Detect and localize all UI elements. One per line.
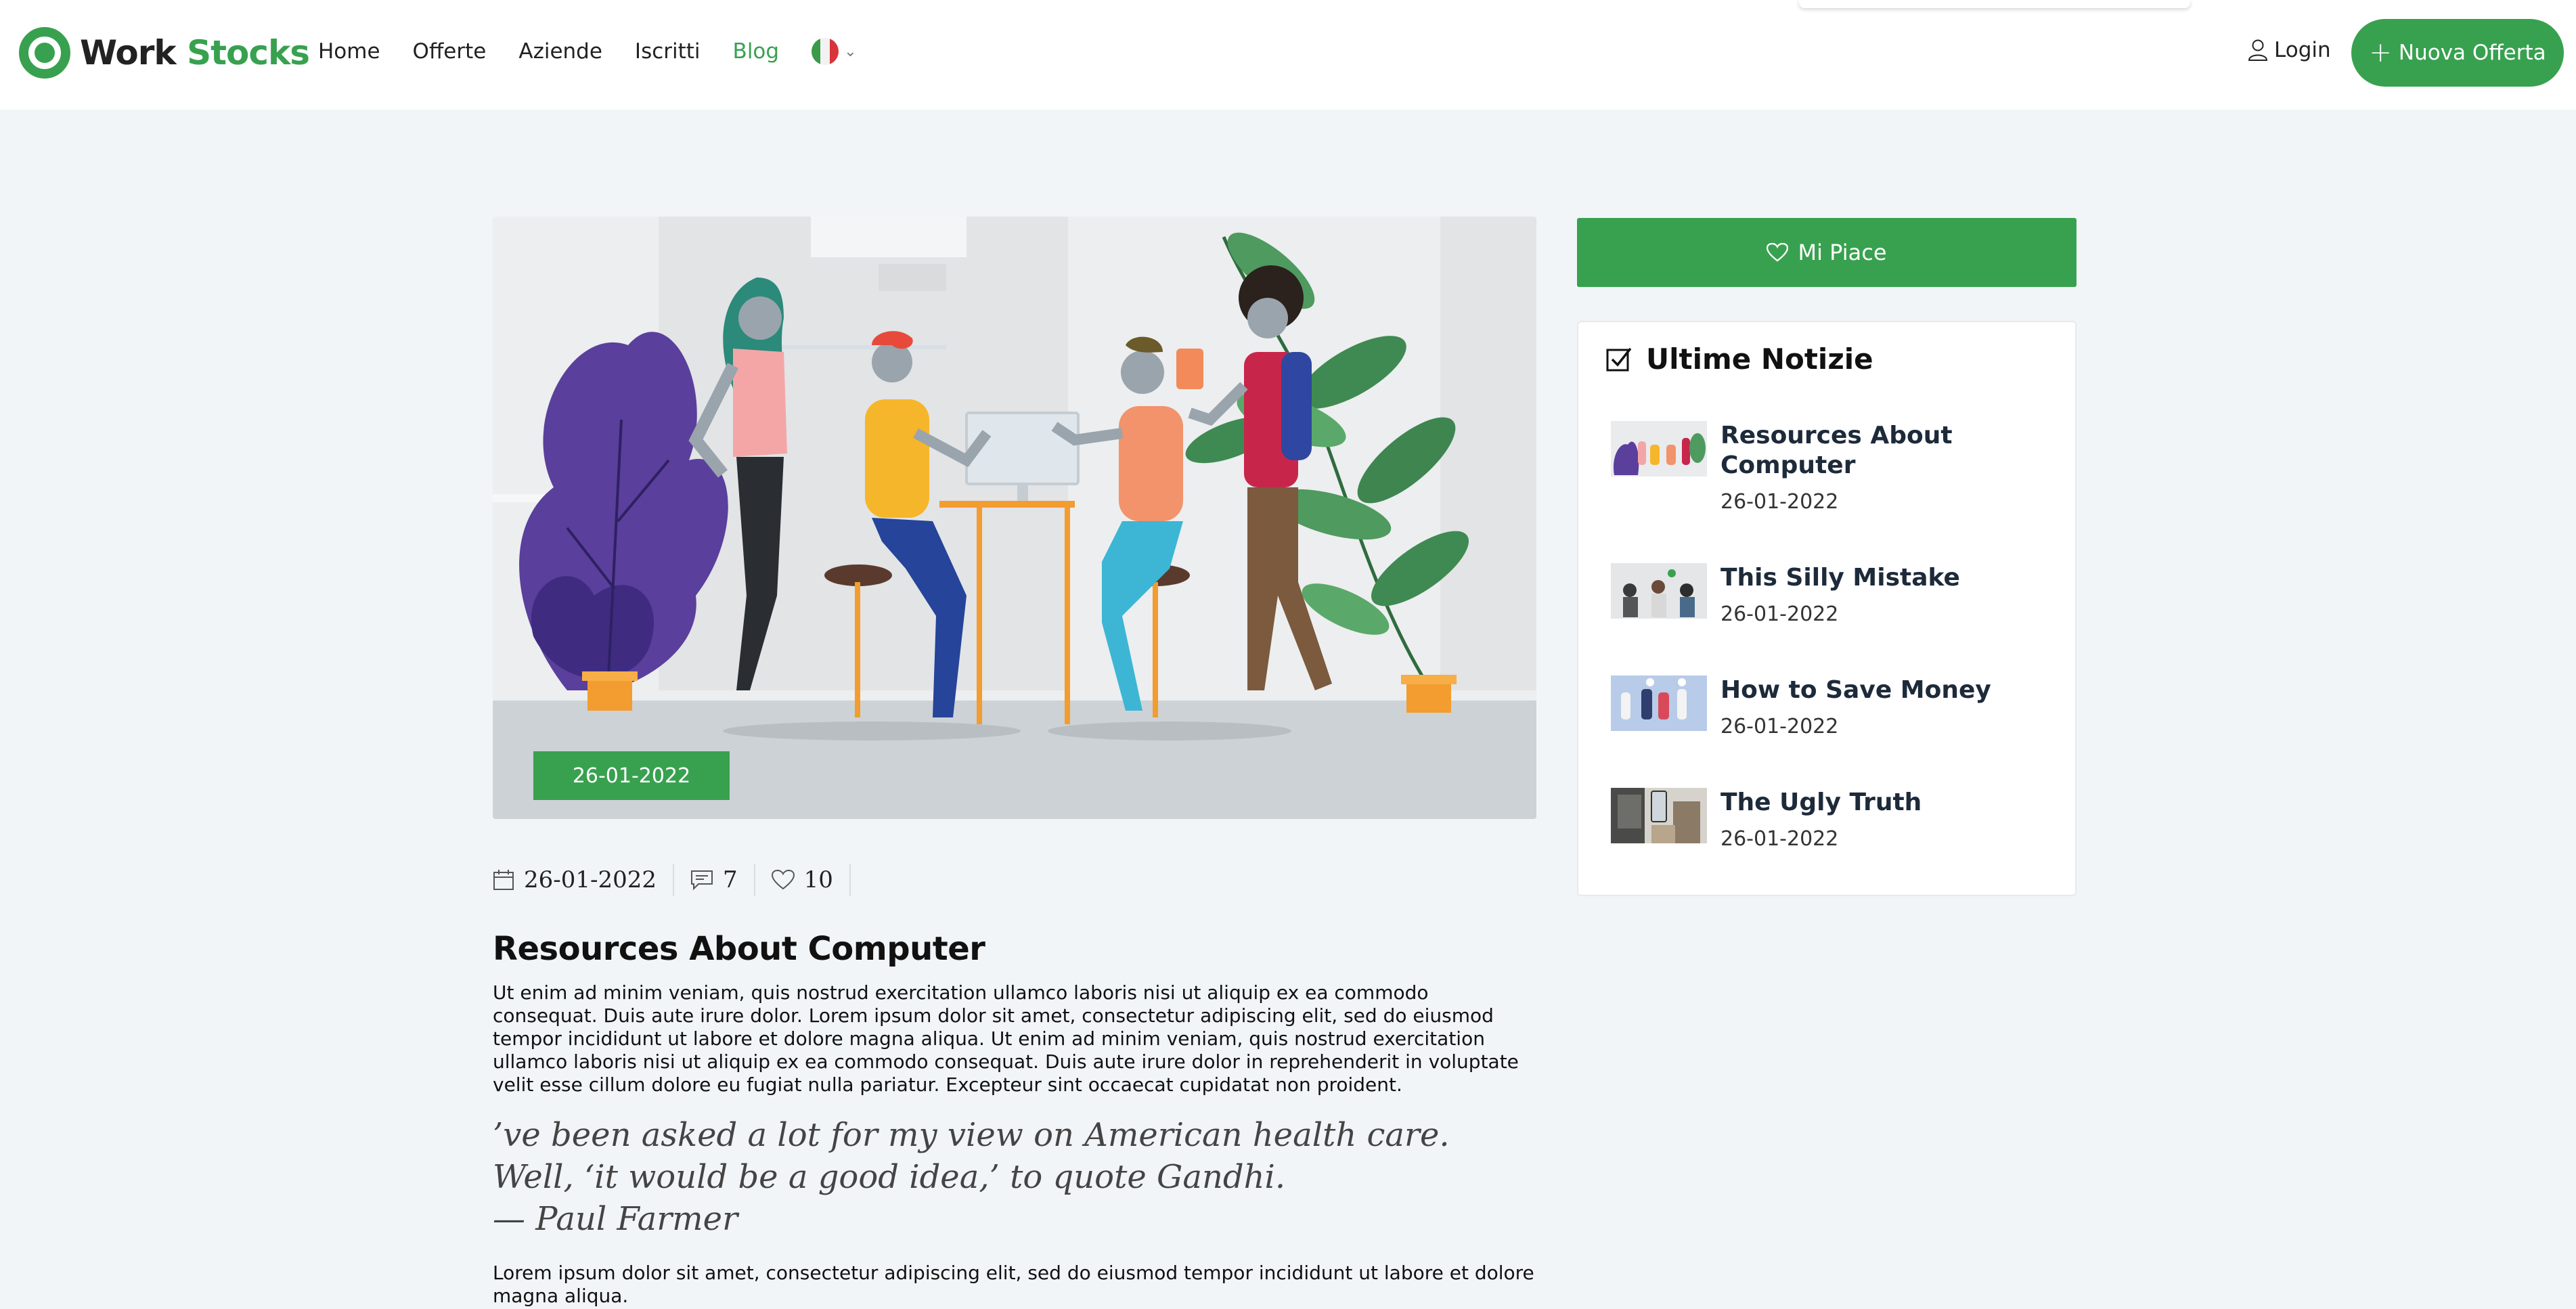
- comment-icon: [691, 870, 713, 891]
- post-date-text: 26-01-2022: [524, 866, 657, 893]
- calendar-icon: [493, 870, 514, 890]
- news-thumbnail: [1611, 421, 1707, 476]
- login-label: Login: [2274, 38, 2331, 62]
- post-title: Resources About Computer: [493, 930, 985, 968]
- latest-news-header: Ultime Notizie: [1605, 342, 1873, 376]
- nav-aziende[interactable]: Aziende: [518, 39, 602, 64]
- post-body-continued: Lorem ipsum dolor sit amet, consectetur …: [493, 1262, 1534, 1307]
- latest-news-title: Ultime Notizie: [1646, 342, 1873, 376]
- news-date: 26-01-2022: [1720, 715, 1839, 738]
- post-body: Ut enim ad minim veniam, quis nostrud ex…: [493, 981, 1519, 1096]
- language-selector[interactable]: ⌄: [812, 38, 857, 65]
- new-offer-label: Nuova Offerta: [2398, 41, 2546, 65]
- like-count: 10: [803, 866, 833, 893]
- logo-text: Work Stocks: [80, 33, 310, 72]
- nav-blog[interactable]: Blog: [733, 39, 780, 64]
- news-title: This Silly Mistake: [1720, 564, 1960, 592]
- new-offer-button[interactable]: + Nuova Offerta: [2351, 19, 2564, 87]
- checkbox-checked-icon: [1606, 347, 1632, 371]
- quote-author: — Paul Farmer: [493, 1200, 738, 1238]
- news-thumbnail: [1611, 675, 1707, 731]
- office-illustration: [493, 217, 1536, 819]
- plus-icon: +: [2369, 37, 2392, 68]
- news-date: 26-01-2022: [1720, 602, 1839, 626]
- logo-mark-icon: [19, 27, 70, 79]
- comment-count: 7: [723, 866, 738, 893]
- news-date: 26-01-2022: [1720, 827, 1839, 851]
- like-button-label: Mi Piace: [1798, 240, 1887, 265]
- post-comments[interactable]: 7: [690, 864, 755, 896]
- post-likes[interactable]: 10: [771, 864, 851, 896]
- news-item[interactable]: Resources About Computer 26-01-2022: [1611, 421, 2051, 514]
- nav-offerte[interactable]: Offerte: [413, 39, 487, 64]
- navbar: Work Stocks Home Offerte Aziende Iscritt…: [0, 0, 2576, 110]
- post-hero-image: 26-01-2022: [493, 217, 1536, 819]
- news-item[interactable]: The Ugly Truth 26-01-2022: [1611, 788, 2051, 851]
- chevron-down-icon: ⌄: [844, 43, 857, 60]
- nav-iscritti[interactable]: Iscritti: [635, 39, 701, 64]
- news-thumbnail: [1611, 788, 1707, 843]
- dropdown-menu-edge: [1799, 0, 2190, 8]
- news-date: 26-01-2022: [1720, 490, 1839, 514]
- login-link[interactable]: Login: [2247, 38, 2331, 62]
- news-item[interactable]: How to Save Money 26-01-2022: [1611, 675, 2051, 738]
- nav-home[interactable]: Home: [318, 39, 380, 64]
- like-button[interactable]: Mi Piace: [1577, 218, 2077, 287]
- news-title: The Ugly Truth: [1720, 789, 1922, 816]
- quote-text: ’ve been asked a lot for my view on Amer…: [493, 1116, 1450, 1196]
- news-title: Resources About Computer: [1720, 422, 1953, 479]
- post-quote: ’ve been asked a lot for my view on Amer…: [493, 1114, 1536, 1240]
- post-date: 26-01-2022: [493, 864, 675, 896]
- italy-flag-icon: [812, 38, 839, 65]
- heart-icon: [771, 870, 795, 890]
- news-title: How to Save Money: [1720, 676, 1991, 704]
- news-thumbnail: [1611, 563, 1707, 619]
- main-nav: Home Offerte Aziende Iscritti Blog ⌄: [318, 38, 857, 65]
- image-date-badge: 26-01-2022: [533, 751, 730, 800]
- logo[interactable]: Work Stocks: [19, 27, 310, 79]
- post-meta: 26-01-2022 7 10: [493, 864, 867, 896]
- news-item[interactable]: This Silly Mistake 26-01-2022: [1611, 563, 2051, 626]
- latest-news-card: Ultime Notizie Resources About Computer …: [1577, 321, 2077, 896]
- user-icon: [2248, 39, 2268, 61]
- heart-icon: [1767, 243, 1789, 262]
